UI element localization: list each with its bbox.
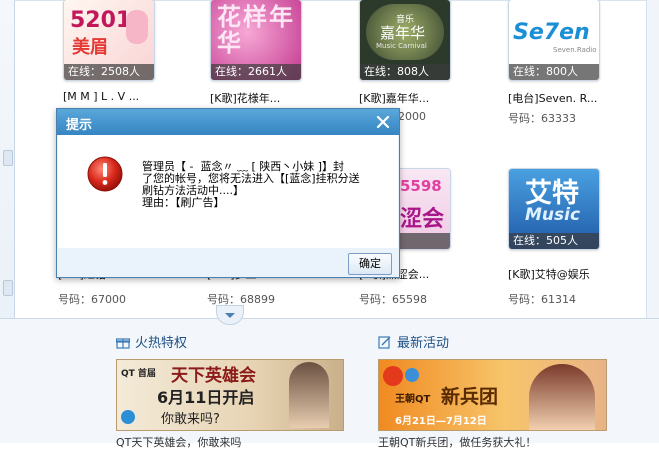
room-name[interactable]: [K歌]艾特@娱乐	[508, 266, 590, 282]
dialog-titlebar[interactable]: 提示	[57, 109, 399, 135]
edit-icon	[378, 336, 391, 349]
chevron-down-icon	[225, 313, 235, 318]
scroll-marker[interactable]	[3, 150, 13, 166]
thumb-figure	[126, 10, 148, 44]
banner-text: QT 首届	[121, 369, 156, 379]
dialog-footer: 确定	[58, 248, 398, 276]
hot-caption-link[interactable]: QT天下英雄会，你敢来吗	[116, 434, 241, 450]
news-banner[interactable]: 王朝QT 新兵团 6月21日—7月12日	[378, 359, 607, 431]
room-thumbnail[interactable]: 花样年华 在线：2661人	[210, 0, 302, 81]
section-title: 最新活动	[397, 336, 450, 351]
room-number: 号码：63333	[508, 112, 576, 125]
thumb-text: Se7en	[513, 20, 590, 45]
section-title: 火热特权	[135, 336, 188, 351]
close-icon[interactable]	[375, 114, 391, 130]
thumb-text: 花样年华	[217, 3, 295, 57]
thumb-text: 涩会	[400, 207, 445, 232]
thumb-text: Seven.Radio	[553, 46, 597, 54]
alert-dialog: 提示 管理员【 - 蓝念〃 ﹏ [ 陕西丶小妹 ]】封 了您的帐号，您将无法进入…	[56, 108, 400, 278]
banner-text: 新兵团	[441, 386, 499, 408]
online-count: 在线：808人	[360, 64, 450, 80]
room-name[interactable]: [K歌]花様年...	[210, 90, 280, 106]
thumb-text: Music	[525, 205, 581, 225]
gift-icon	[116, 338, 130, 349]
news-caption-link[interactable]: 王朝QT新兵团，做任务获大礼！	[378, 434, 536, 450]
dialog-title: 提示	[66, 118, 93, 133]
dialog-message: 管理员【 - 蓝念〃 ﹏ [ 陕西丶小妹 ]】封 了您的帐号，您将无法进入【[蓝…	[142, 160, 360, 209]
ok-button[interactable]: 确定	[348, 253, 392, 275]
dialog-body: 管理员【 - 蓝念〃 ﹏ [ 陕西丶小妹 ]】封 了您的帐号，您将无法进入【[蓝…	[58, 135, 398, 248]
hot-privilege-heading[interactable]: 火热特权	[116, 332, 187, 351]
qt-logo-icon	[121, 410, 135, 424]
thumb-text: 5201	[70, 8, 132, 33]
room-number: 2000	[398, 110, 426, 123]
banner-text: 你敢来吗?	[161, 412, 220, 427]
banner-text: 王朝QT	[395, 394, 431, 405]
banner-text: 天下英雄会	[171, 366, 256, 386]
room-number: 号码：61314	[508, 293, 576, 306]
thumb-text: 美眉	[72, 37, 108, 58]
online-count: 在线：2508人	[64, 64, 154, 80]
room-name[interactable]: [M M ] L . V ...	[63, 90, 139, 103]
qt-logo-icon	[405, 368, 419, 382]
room-number: 号码：67000	[58, 293, 126, 306]
room-name[interactable]: [K歌]嘉年华...	[359, 90, 429, 106]
online-count: 在线：2661人	[211, 64, 301, 80]
hot-banner[interactable]: QT 首届 天下英雄会 6月11日开启 你敢来吗?	[116, 359, 344, 431]
thumb-text: 5598	[400, 177, 442, 195]
right-scrollbar[interactable]	[646, 0, 659, 318]
room-thumbnail[interactable]: 5201 美眉 在线：2508人	[63, 0, 155, 81]
room-thumbnail[interactable]: Se7en Seven.Radio 在线：800人	[508, 0, 600, 81]
online-count: 在线：505人	[509, 233, 599, 249]
error-icon	[87, 156, 123, 192]
room-thumbnail[interactable]: 音乐 嘉年华 Music Carnival 在线：808人	[359, 0, 451, 81]
scroll-marker[interactable]	[3, 280, 13, 296]
online-count: 在线：800人	[509, 64, 599, 80]
banner-figure	[529, 364, 595, 430]
game-logo-icon	[383, 366, 403, 386]
latest-activity-heading[interactable]: 最新活动	[378, 332, 449, 351]
banner-figure	[289, 362, 329, 428]
banner-text: 6月11日开启	[157, 388, 255, 407]
thumb-text: 嘉年华	[380, 24, 426, 42]
banner-text: 6月21日—7月12日	[395, 416, 487, 427]
room-thumbnail[interactable]: 艾特 Music 在线：505人	[508, 168, 600, 250]
thumb-text: Music Carnival	[376, 42, 427, 50]
room-number: 号码：65598	[359, 293, 427, 306]
room-name[interactable]: [电台]Seven. R...	[508, 90, 597, 106]
